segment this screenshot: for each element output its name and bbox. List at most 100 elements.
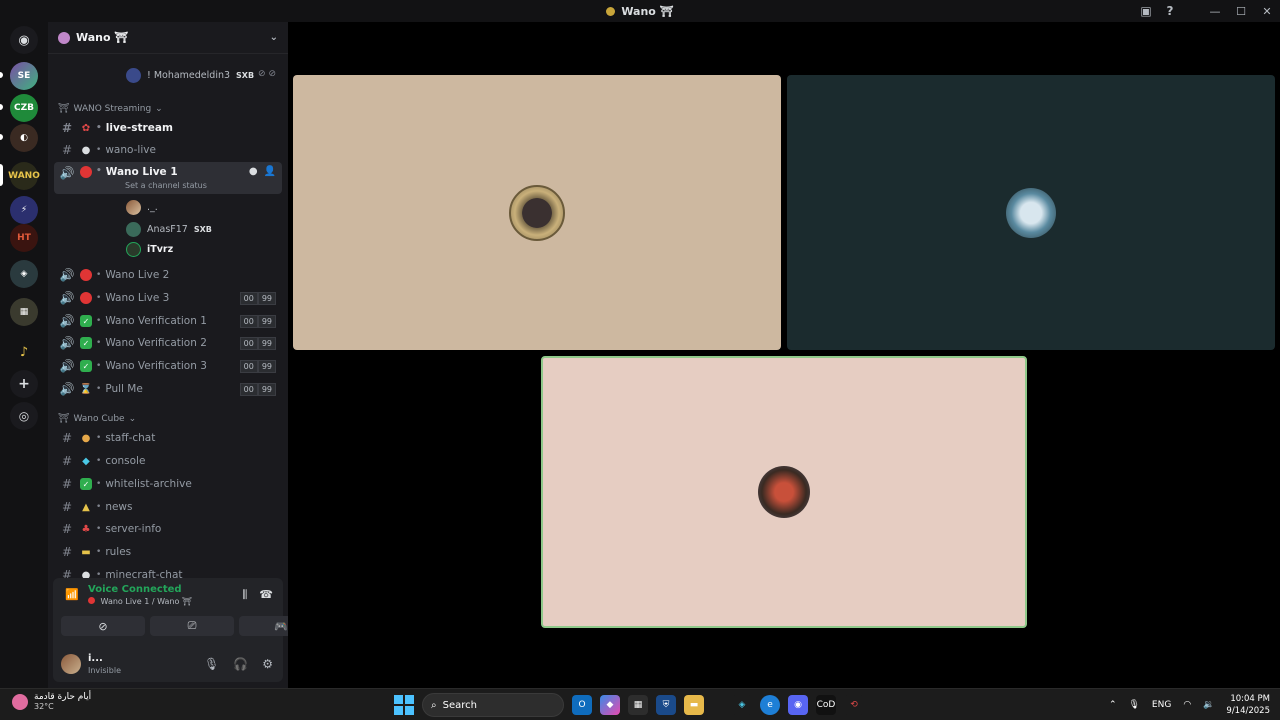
user-limit: 99 [257, 314, 276, 328]
participant-tile-speaking[interactable] [541, 356, 1027, 628]
avatar[interactable] [61, 654, 81, 674]
voice-member[interactable]: ! Mohamedeldin3 SXB [126, 65, 254, 85]
channel-wano-verification-2[interactable]: 🔊 ✓ • Wano Verification 2 00 99 [54, 332, 282, 354]
server-icon-wano[interactable]: WANO [8, 162, 40, 190]
server-icon[interactable]: ♪ [10, 338, 38, 366]
defender-icon[interactable]: ⛨ [656, 695, 676, 715]
vpn-icon[interactable]: ◈ [732, 695, 752, 715]
channel-live-stream[interactable]: # ✿ • live-stream [54, 117, 282, 139]
channel-status[interactable]: Set a channel status [125, 181, 207, 190]
camera-off-button[interactable]: ⊘ [61, 616, 145, 636]
voice-channel-label[interactable]: Wano Live 1 / Wano ⛩ [88, 597, 192, 606]
microphone-icon[interactable]: 🎙 [204, 657, 219, 671]
channel-wano-live-3[interactable]: 🔊 • Wano Live 3 00 99 [54, 287, 282, 309]
date: 9/14/2025 [1226, 706, 1270, 716]
channel-wano-verification-3[interactable]: 🔊 ✓ • Wano Verification 3 00 99 [54, 355, 282, 377]
red-circle-icon [80, 269, 92, 281]
participant-avatar [509, 184, 565, 241]
channel-news[interactable]: # ▲ • news [54, 496, 282, 518]
server-icon[interactable]: SE [10, 62, 38, 90]
server-icon[interactable]: CZB [10, 94, 38, 122]
wifi-icon[interactable]: ◠ [1183, 700, 1191, 710]
hashtag-icon: # [61, 431, 73, 445]
category-wano-streaming[interactable]: ⛩ WANO Streaming ⌄ [58, 104, 163, 114]
server-icon[interactable]: ◈ [10, 260, 38, 288]
server-badge-icon [58, 31, 70, 44]
user-count: 00 [239, 291, 258, 305]
server-icon[interactable]: HT [10, 224, 38, 252]
check-icon: ✓ [80, 337, 92, 349]
windows-taskbar: أيام حارة قادمة 32°C ⌕ Search O ◆ ▦ ⛨ ▬ … [0, 688, 1280, 720]
headphones-icon[interactable]: 🎧 [233, 657, 248, 671]
unread-pill [0, 134, 3, 140]
maximize-button[interactable]: ☐ [1228, 0, 1254, 22]
invite-icon[interactable]: 👤 [264, 166, 276, 177]
member-tag: SXB [236, 70, 255, 80]
microphone-icon[interactable]: 🎙 [1128, 700, 1139, 710]
username[interactable]: i... [88, 653, 103, 664]
server-header[interactable]: Wano ⛩ ⌄ [48, 22, 288, 54]
category-wano-cube[interactable]: ⛩ Wano Cube ⌄ [58, 414, 136, 424]
add-server-icon[interactable]: + [10, 370, 38, 398]
screen-share-icon: ⎚ [187, 619, 197, 632]
hashtag-icon: # [61, 545, 73, 559]
signal-icon[interactable]: 📶 [65, 588, 79, 601]
barrier-icon: ▬ [81, 546, 91, 558]
noise-suppression-icon[interactable]: ⫼ [242, 588, 247, 602]
channel-wano-live-2[interactable]: 🔊 • Wano Live 2 [54, 264, 282, 286]
member-tag: SXB [193, 224, 212, 234]
gear-icon[interactable]: ⚙ [262, 657, 273, 671]
unread-pill [0, 72, 3, 78]
hashtag-icon: # [61, 121, 73, 135]
channel-console[interactable]: # ◆ • console [54, 450, 282, 472]
voice-member[interactable]: AnasF17 SXB [126, 219, 212, 239]
user-count: 00 [239, 382, 258, 396]
channel-whitelist-archive[interactable]: # ✓ • whitelist-archive [54, 473, 282, 495]
start-button[interactable] [394, 695, 414, 715]
chevron-up-icon[interactable]: ⌃ [1109, 700, 1117, 710]
channel-wano-live[interactable]: # ● • wano-live [54, 139, 282, 161]
call-of-duty-icon[interactable]: CoD [816, 695, 836, 715]
speaker-icon: 🔊 [59, 291, 75, 305]
voice-connected-label[interactable]: Voice Connected [88, 584, 182, 595]
server-icon[interactable]: ▦ [10, 298, 38, 326]
participant-tile[interactable] [293, 75, 781, 350]
minimize-button[interactable]: — [1202, 0, 1228, 22]
voice-member[interactable]: iTvrz [126, 239, 173, 259]
help-icon[interactable]: ? [1158, 0, 1182, 22]
weather-widget[interactable]: أيام حارة قادمة 32°C [12, 692, 91, 711]
server-icon [606, 6, 616, 16]
copilot-icon[interactable]: ◆ [600, 695, 620, 715]
participant-tile[interactable] [787, 75, 1275, 350]
file-explorer-icon[interactable]: ▬ [684, 695, 704, 715]
voice-connection-panel: 📶 Voice Connected Wano Live 1 / Wano ⛩ ⫼… [53, 578, 288, 648]
taskbar-search[interactable]: ⌕ Search [422, 693, 564, 717]
app-icon[interactable]: ⟲ [844, 695, 864, 715]
volume-icon[interactable]: 🔉 [1203, 700, 1214, 710]
chevron-down-icon: ⌄ [155, 104, 163, 114]
chat-icon[interactable]: ● [249, 166, 258, 177]
outlook-icon[interactable]: O [572, 695, 592, 715]
channel-wano-verification-1[interactable]: 🔊 ✓ • Wano Verification 1 00 99 [54, 310, 282, 332]
server-icon[interactable]: ◐ [10, 124, 38, 152]
language-indicator[interactable]: ENG [1152, 700, 1171, 710]
channel-list: ! Mohamedeldin3 SXB ⊘ ⊘ ⛩ WANO Streaming… [48, 55, 288, 600]
chevron-down-icon[interactable]: ⌄ [270, 32, 278, 43]
server-icon[interactable]: ⚡ [10, 196, 38, 224]
screen-share-button[interactable]: ⎚ [150, 616, 234, 636]
channel-pull-me[interactable]: 🔊 ⌛ • Pull Me 00 99 [54, 378, 282, 400]
store-icon[interactable]: ▦ [628, 695, 648, 715]
discord-home-icon[interactable]: ◉ [10, 26, 38, 54]
channel-rules[interactable]: # ▬ • rules [54, 541, 282, 563]
voice-member[interactable]: ._. [126, 197, 158, 217]
inbox-icon[interactable]: ▣ [1134, 0, 1158, 22]
edge-icon[interactable]: e [760, 695, 780, 715]
close-button[interactable]: ✕ [1254, 0, 1280, 22]
clock[interactable]: 10:04 PM 9/14/2025 [1226, 693, 1270, 717]
discover-icon[interactable]: ◎ [10, 402, 38, 430]
discord-icon[interactable]: ◉ [788, 695, 808, 715]
channel-staff-chat[interactable]: # ● • staff-chat [54, 427, 282, 449]
disconnect-icon[interactable]: ☎ [259, 588, 273, 602]
channel-server-info[interactable]: # ♣ • server-info [54, 518, 282, 540]
activity-button[interactable]: 🎮 [239, 616, 288, 636]
